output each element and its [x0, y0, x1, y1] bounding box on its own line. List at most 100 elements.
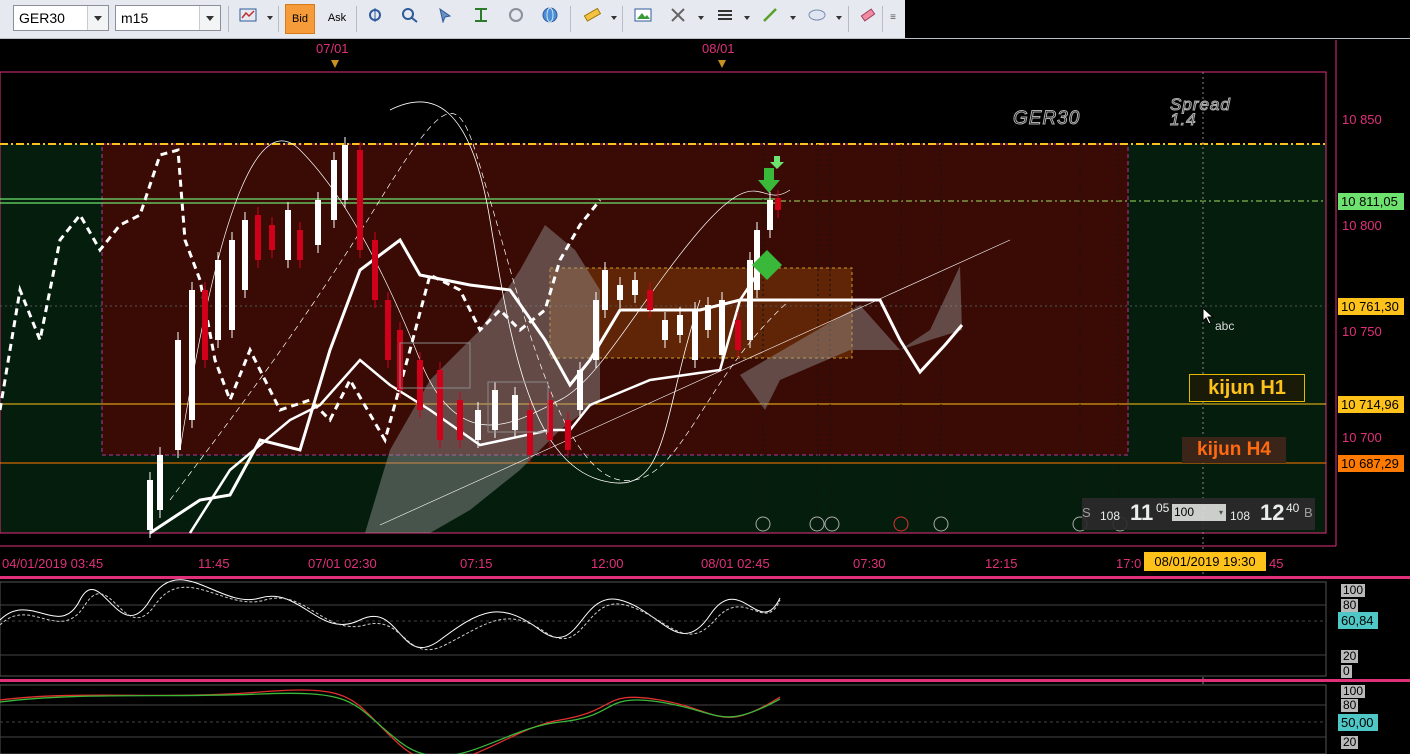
candlestick [157, 455, 163, 510]
candlestick [767, 200, 773, 230]
candlestick [175, 340, 181, 450]
price-level-box: 10 714,96 [1338, 396, 1404, 413]
candlestick [189, 290, 195, 420]
candlestick [512, 395, 518, 430]
zoom-in-icon[interactable] [398, 7, 422, 29]
date-marker-triangle [331, 60, 339, 68]
ruler-icon[interactable] [580, 7, 604, 29]
candlestick [342, 145, 348, 200]
time-axis-label: 07:15 [460, 556, 493, 571]
timeframe-select[interactable]: m15 [115, 5, 221, 31]
time-cursor-label: 08/01/2019 19:30 [1144, 552, 1266, 571]
momentum-oscillator [0, 684, 1327, 754]
chevron-down-icon[interactable] [87, 6, 108, 30]
time-axis-label: 17:0 [1116, 556, 1142, 571]
sell-price-small[interactable]: 108 [1100, 509, 1120, 523]
indicator-level-label: 100 [1341, 583, 1366, 597]
bid-toggle-button[interactable]: Bid [285, 4, 315, 34]
timeframe-select-value: m15 [121, 10, 149, 26]
time-axis-label: 45 [1269, 556, 1284, 571]
quantity-input[interactable]: 100 [1172, 504, 1216, 521]
ask-toggle-button[interactable]: Ask [322, 4, 352, 34]
candlestick [242, 220, 248, 290]
crosshair-icon[interactable] [363, 7, 387, 29]
chevron-down-icon[interactable] [199, 6, 220, 30]
more-icon[interactable]: ≡ [886, 7, 900, 29]
candlestick [632, 280, 638, 295]
panel-separator[interactable] [0, 679, 1410, 682]
candlestick [285, 210, 291, 260]
spread-value: 1.4 [1170, 110, 1197, 129]
candlestick [357, 150, 363, 250]
candlestick [457, 400, 463, 440]
quantity-stepper[interactable]: ▾ [1216, 504, 1226, 521]
sell-price-sup[interactable]: 05 [1156, 501, 1169, 515]
price-level-box: 10 811,05 [1338, 193, 1404, 210]
time-axis-label: 12:15 [985, 556, 1018, 571]
ellipse-icon[interactable] [805, 7, 829, 29]
candlestick [255, 215, 261, 260]
chevron-down-icon[interactable] [790, 16, 796, 20]
toolbar-separator [622, 6, 623, 32]
chevron-down-icon[interactable] [744, 16, 750, 20]
candlestick [705, 305, 711, 330]
candlestick [719, 300, 725, 355]
candlestick [229, 240, 235, 330]
buy-price-small[interactable]: 108 [1230, 509, 1250, 523]
indicator-icon[interactable] [469, 7, 493, 29]
price-axis-label: 10 700 [1342, 430, 1382, 445]
sell-price-big[interactable]: 11 [1130, 500, 1153, 526]
image-icon[interactable] [631, 7, 655, 29]
refresh-icon[interactable] [504, 7, 528, 29]
candlestick [692, 310, 698, 360]
date-marker-triangle [718, 60, 726, 68]
buy-price-sup[interactable]: 40 [1286, 501, 1299, 515]
select-cursor-icon[interactable] [433, 7, 457, 29]
time-axis-label: 12:00 [591, 556, 624, 571]
sell-label[interactable]: S [1082, 505, 1091, 520]
chevron-down-icon[interactable] [836, 16, 842, 20]
candlestick [565, 420, 571, 450]
candlestick [662, 320, 668, 340]
date-marker: 07/01 [316, 41, 349, 56]
chevron-down-icon[interactable] [698, 16, 704, 20]
panel-separator[interactable] [0, 576, 1410, 579]
chevron-down-icon[interactable] [267, 16, 273, 20]
candlestick [297, 230, 303, 260]
chart-type-icon[interactable] [236, 7, 260, 29]
candlestick [147, 480, 153, 530]
one-click-trade-panel: S 108 11 05 100 ▾ 108 12 40 B [1082, 498, 1315, 530]
indicator-level-label: 0 [1341, 664, 1352, 678]
globe-icon[interactable] [538, 7, 562, 29]
candlestick [677, 315, 683, 335]
mouse-cursor-icon [1202, 307, 1214, 325]
buy-price-big[interactable]: 12 [1260, 500, 1284, 526]
symbol-select[interactable]: GER30 [13, 5, 109, 31]
indicator-level-label: 20 [1341, 735, 1359, 749]
indicator-level-label: 80 [1341, 598, 1359, 612]
toolbar-empty-area [905, 0, 1410, 38]
candlestick [593, 300, 599, 360]
price-axis-label: 10 800 [1342, 218, 1382, 233]
symbol-watermark: GER30 [1012, 108, 1081, 130]
buy-label[interactable]: B [1304, 505, 1313, 520]
indicator-value-box: 50,00 [1338, 714, 1378, 731]
candlestick [331, 160, 337, 220]
tools-icon[interactable] [666, 7, 690, 29]
candlestick [492, 390, 498, 430]
candlestick [372, 240, 378, 300]
lines-icon[interactable] [713, 7, 737, 29]
kijun-h4-label: kijun H4 [1182, 437, 1286, 463]
eraser-icon[interactable] [856, 7, 880, 29]
candlestick [775, 198, 781, 210]
toolbar-separator [278, 6, 279, 32]
pencil-line-icon[interactable] [758, 7, 782, 29]
candlestick [385, 300, 391, 360]
symbol-select-value: GER30 [19, 10, 65, 26]
spread-label: Spread 1.4 [1170, 96, 1231, 129]
chevron-down-icon[interactable] [611, 16, 617, 20]
date-marker: 08/01 [702, 41, 735, 56]
candlestick [577, 370, 583, 410]
toolbar-separator [228, 6, 229, 32]
cursor-label: abc [1215, 319, 1235, 333]
